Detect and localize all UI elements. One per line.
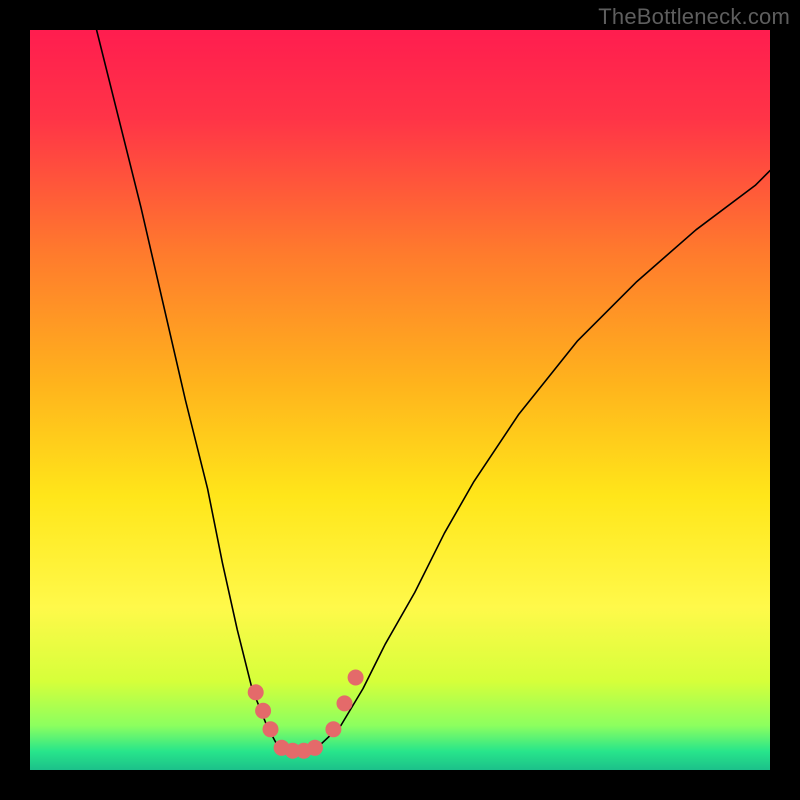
watermark-text: TheBottleneck.com — [598, 4, 790, 30]
plot-area — [30, 30, 770, 770]
highlight-point — [325, 721, 341, 737]
gradient-background — [30, 30, 770, 770]
highlight-point — [337, 695, 353, 711]
chart-svg — [30, 30, 770, 770]
highlight-point — [348, 670, 364, 686]
highlight-point — [248, 684, 264, 700]
chart-container: TheBottleneck.com — [0, 0, 800, 800]
highlight-point — [307, 740, 323, 756]
highlight-point — [255, 703, 271, 719]
highlight-point — [263, 721, 279, 737]
